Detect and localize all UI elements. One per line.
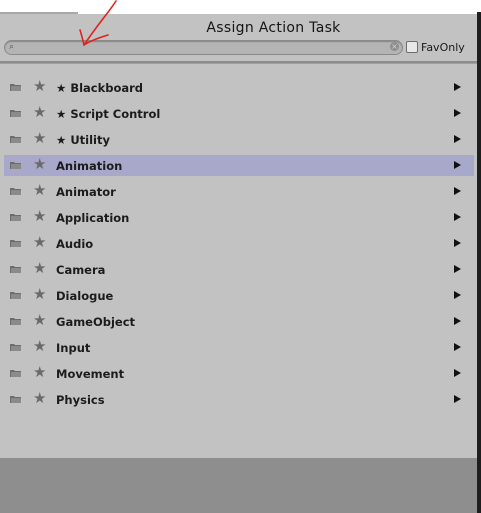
arrow-right-icon: [454, 187, 461, 195]
arrow-right-icon: [454, 213, 461, 221]
star-icon[interactable]: ★: [33, 105, 46, 120]
folder-icon: [10, 162, 21, 169]
folder-icon: [10, 136, 21, 143]
folder-icon: [10, 84, 21, 91]
folder-icon: [10, 240, 21, 247]
star-icon[interactable]: ★: [33, 365, 46, 380]
folder-icon: [10, 188, 21, 195]
star-icon[interactable]: ★: [33, 209, 46, 224]
arrow-right-icon: [454, 83, 461, 91]
category-row[interactable]: ★ Input: [0, 335, 477, 361]
category-label: Physics: [56, 393, 105, 407]
category-label: ★ Script Control: [56, 107, 161, 121]
panel-title-text: Assign Action Task: [206, 20, 341, 36]
category-row[interactable]: ★ Animation: [0, 153, 477, 179]
category-row[interactable]: ★ Application: [0, 205, 477, 231]
category-label: Audio: [56, 237, 94, 251]
category-row[interactable]: ★ Audio: [0, 231, 477, 257]
arrow-right-icon: [454, 395, 461, 403]
panel-header: Assign Action Task ⌕ × FavOnly: [0, 14, 477, 64]
category-label: Application: [56, 211, 130, 225]
favonly-label: FavOnly: [421, 40, 465, 54]
assign-action-task-panel: Assign Action Task ⌕ × FavOnly ★ ★ Blackb…: [0, 14, 477, 513]
category-label: Dialogue: [56, 289, 114, 303]
search-icon: ⌕: [9, 42, 15, 52]
favonly-checkbox[interactable]: [406, 41, 418, 53]
star-icon[interactable]: ★: [33, 391, 46, 406]
category-list: ★ ★ Blackboard ★ ★ Script Control ★ ★ Utility…: [0, 75, 477, 413]
category-row[interactable]: ★ Dialogue: [0, 283, 477, 309]
description-footer: [0, 458, 477, 513]
category-label: GameObject: [56, 315, 136, 329]
arrow-right-icon: [454, 369, 461, 377]
arrow-right-icon: [454, 161, 461, 169]
category-row[interactable]: ★ Physics: [0, 387, 477, 413]
star-icon[interactable]: ★: [33, 313, 46, 328]
window-right-border: [477, 12, 481, 513]
folder-icon: [10, 214, 21, 221]
folder-icon: [10, 344, 21, 351]
star-icon[interactable]: ★: [33, 261, 46, 276]
annotation-arrow-icon: [79, 0, 117, 46]
panel-title: Assign Action Task: [0, 20, 477, 36]
category-label: ★ Utility: [56, 133, 110, 147]
category-row[interactable]: ★ Movement: [0, 361, 477, 387]
search-input[interactable]: ⌕ ×: [4, 40, 403, 55]
star-icon[interactable]: ★: [33, 131, 46, 146]
folder-icon: [10, 318, 21, 325]
category-row[interactable]: ★ Animator: [0, 179, 477, 205]
arrow-right-icon: [454, 265, 461, 273]
category-label: Animation: [56, 159, 123, 173]
category-row[interactable]: ★ Camera: [0, 257, 477, 283]
category-label: Movement: [56, 367, 125, 381]
arrow-right-icon: [454, 343, 461, 351]
star-icon[interactable]: ★: [33, 287, 46, 302]
category-label: ★ Blackboard: [56, 81, 144, 95]
folder-icon: [10, 110, 21, 117]
category-row[interactable]: ★ ★ Utility: [0, 127, 477, 153]
arrow-right-icon: [454, 239, 461, 247]
arrow-right-icon: [454, 317, 461, 325]
category-label: Animator: [56, 185, 116, 199]
star-icon[interactable]: ★: [33, 79, 46, 94]
star-icon[interactable]: ★: [33, 157, 46, 172]
favonly-toggle[interactable]: FavOnly: [406, 40, 465, 54]
clear-icon[interactable]: ×: [390, 42, 399, 51]
arrow-right-icon: [454, 109, 461, 117]
folder-icon: [10, 292, 21, 299]
category-label: Camera: [56, 263, 106, 277]
star-icon[interactable]: ★: [33, 339, 46, 354]
folder-icon: [10, 396, 21, 403]
category-row[interactable]: ★ ★ Script Control: [0, 101, 477, 127]
category-row[interactable]: ★ GameObject: [0, 309, 477, 335]
arrow-right-icon: [454, 135, 461, 143]
star-icon[interactable]: ★: [33, 183, 46, 198]
arrow-right-icon: [454, 291, 461, 299]
folder-icon: [10, 370, 21, 377]
star-icon[interactable]: ★: [33, 235, 46, 250]
folder-icon: [10, 266, 21, 273]
category-row[interactable]: ★ ★ Blackboard: [0, 75, 477, 101]
header-divider: [0, 61, 477, 64]
category-label: Input: [56, 341, 91, 355]
